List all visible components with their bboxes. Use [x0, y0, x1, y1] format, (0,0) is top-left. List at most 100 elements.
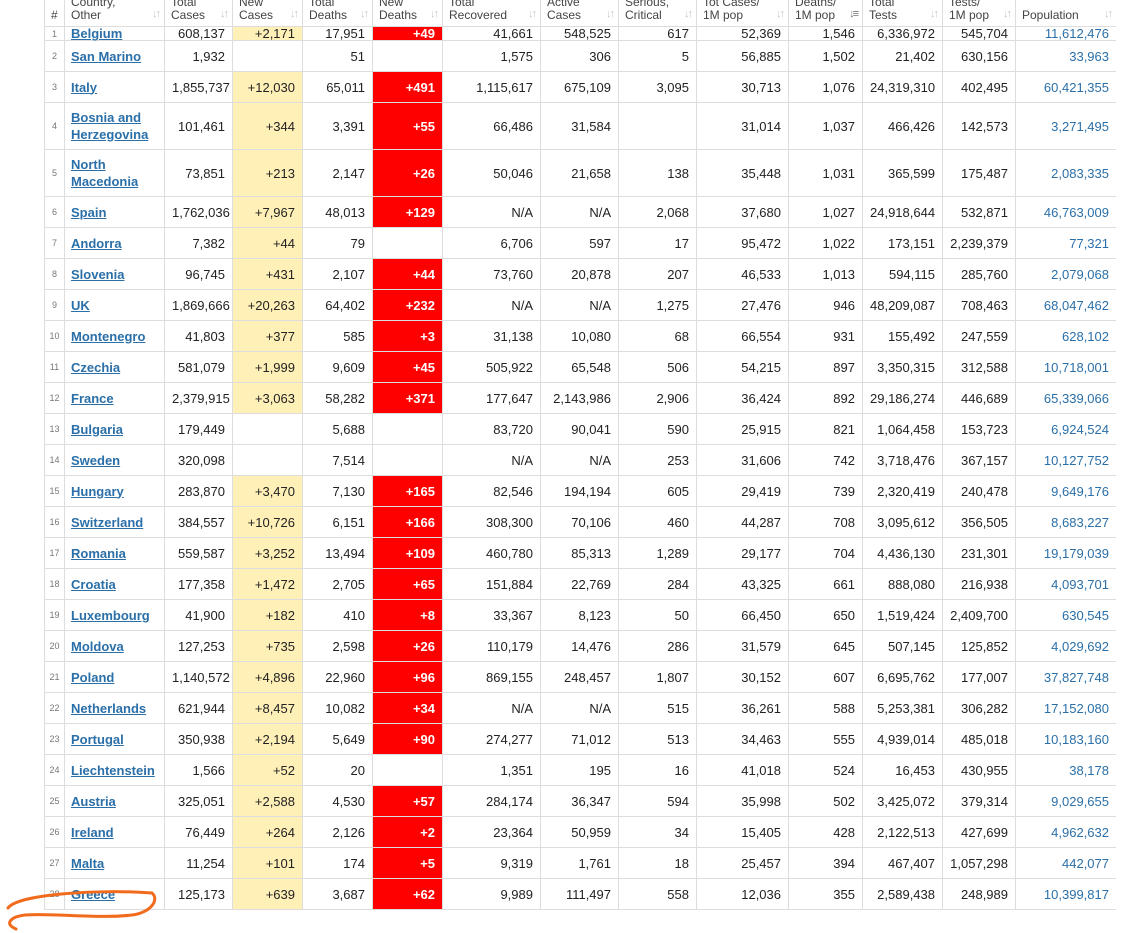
cases-per-1m-cell: 27,476	[696, 289, 789, 321]
sort-icon[interactable]: ↓↑	[152, 8, 161, 21]
population-link[interactable]: 38,178	[1069, 763, 1109, 778]
sort-icon[interactable]: ↓≡	[849, 8, 859, 21]
total-cases-cell: 1,566	[164, 754, 233, 786]
sort-icon[interactable]: ↓↑	[1003, 8, 1012, 21]
population-link[interactable]: 6,924,524	[1051, 422, 1109, 437]
sort-icon[interactable]: ↓↑	[930, 8, 939, 21]
country-link[interactable]: Romania	[71, 546, 126, 561]
population-link[interactable]: 630,545	[1062, 608, 1109, 623]
deaths-per-1m-cell: 650	[788, 599, 863, 631]
country-link[interactable]: Ireland	[71, 825, 114, 840]
country-cell: Italy	[64, 71, 165, 103]
country-link[interactable]: Malta	[71, 856, 104, 871]
population-link[interactable]: 10,183,160	[1044, 732, 1109, 747]
sort-icon[interactable]: ↓↑	[360, 8, 369, 21]
country-link[interactable]: Poland	[71, 670, 114, 685]
sort-icon[interactable]: ↓↑	[606, 8, 615, 21]
sort-icon[interactable]: ↓↑	[776, 8, 785, 21]
country-link[interactable]: Slovenia	[71, 267, 124, 282]
population-link[interactable]: 10,127,752	[1044, 453, 1109, 468]
total-tests-cell: 3,350,315	[862, 351, 943, 383]
column-header-population[interactable]: Population ↓↑	[1015, 0, 1116, 26]
country-link[interactable]: Switzerland	[71, 515, 143, 530]
country-link[interactable]: Italy	[71, 80, 97, 95]
column-header-critical[interactable]: Serious, Critical ↓↑	[618, 0, 697, 26]
population-link[interactable]: 37,827,748	[1044, 670, 1109, 685]
column-header-deaths[interactable]: New Deaths ↓↑	[372, 0, 443, 26]
population-link[interactable]: 10,718,001	[1044, 360, 1109, 375]
country-link[interactable]: Croatia	[71, 577, 116, 592]
country-link[interactable]: North Macedonia	[71, 157, 138, 189]
country-link[interactable]: Liechtenstein	[71, 763, 155, 778]
sort-icon[interactable]: ↓↑	[220, 8, 229, 21]
population-link[interactable]: 4,029,692	[1051, 639, 1109, 654]
population-link[interactable]: 9,649,176	[1051, 484, 1109, 499]
population-link[interactable]: 17,152,080	[1044, 701, 1109, 716]
population-cell: 4,029,692	[1015, 630, 1116, 662]
population-link[interactable]: 3,271,495	[1051, 119, 1109, 134]
total-deaths-cell: 4,530	[302, 785, 373, 817]
country-link[interactable]: UK	[71, 298, 90, 313]
population-link[interactable]: 60,421,355	[1044, 80, 1109, 95]
column-header-other[interactable]: Country, Other ↓↑	[64, 0, 165, 26]
population-link[interactable]: 4,962,632	[1051, 825, 1109, 840]
country-link[interactable]: Andorra	[71, 236, 122, 251]
new-cases-cell	[232, 40, 303, 72]
population-link[interactable]: 68,047,462	[1044, 298, 1109, 313]
population-link[interactable]: 77,321	[1069, 236, 1109, 251]
country-link[interactable]: Belgium	[71, 26, 122, 41]
column-header-1m-pop[interactable]: Tests/1M pop ↓↑	[942, 0, 1016, 26]
country-link[interactable]: Austria	[71, 794, 116, 809]
population-link[interactable]: 33,963	[1069, 49, 1109, 64]
column-header-1m-pop[interactable]: Tot Cases/1M pop ↓↑	[696, 0, 789, 26]
active-cases-cell: 90,041	[540, 413, 619, 445]
population-link[interactable]: 628,102	[1062, 329, 1109, 344]
population-link[interactable]: 2,083,335	[1051, 166, 1109, 181]
country-link[interactable]: Montenegro	[71, 329, 145, 344]
population-cell: 10,718,001	[1015, 351, 1116, 383]
population-link[interactable]: 10,399,817	[1044, 887, 1109, 902]
country-link[interactable]: Sweden	[71, 453, 120, 468]
cases-per-1m-cell: 29,419	[696, 475, 789, 507]
new-deaths-cell	[372, 754, 443, 786]
country-link[interactable]: Greece	[71, 887, 115, 902]
population-link[interactable]: 442,077	[1062, 856, 1109, 871]
column-header-cases[interactable]: Total Cases ↓↑	[164, 0, 233, 26]
sort-icon[interactable]: ↓↑	[290, 8, 299, 21]
new-cases-cell: +2,588	[232, 785, 303, 817]
sort-icon[interactable]: ↓↑	[528, 8, 537, 21]
sort-icon[interactable]: ↓↑	[684, 8, 693, 21]
column-header--[interactable]: #	[44, 0, 65, 26]
column-header-deaths[interactable]: Total Deaths ↓↑	[302, 0, 373, 26]
country-link[interactable]: France	[71, 391, 114, 406]
population-cell: 17,152,080	[1015, 692, 1116, 724]
country-link[interactable]: Bosnia and Herzegovina	[71, 110, 148, 142]
country-link[interactable]: Spain	[71, 205, 106, 220]
population-link[interactable]: 8,683,227	[1051, 515, 1109, 530]
country-link[interactable]: Moldova	[71, 639, 124, 654]
population-link[interactable]: 4,093,701	[1051, 577, 1109, 592]
population-link[interactable]: 11,612,476	[1045, 26, 1109, 41]
country-link[interactable]: Netherlands	[71, 701, 146, 716]
column-header-1m-pop[interactable]: Deaths/1M pop ↓≡	[788, 0, 863, 26]
new-cases-cell: +7,967	[232, 196, 303, 228]
population-link[interactable]: 46,763,009	[1044, 205, 1109, 220]
population-link[interactable]: 19,179,039	[1044, 546, 1109, 561]
country-link[interactable]: San Marino	[71, 49, 141, 64]
country-link[interactable]: Portugal	[71, 732, 124, 747]
sort-icon[interactable]: ↓↑	[430, 8, 439, 21]
serious-critical-cell: 605	[618, 475, 697, 507]
new-deaths-cell: +44	[372, 258, 443, 290]
column-header-recovered[interactable]: Total Recovered ↓↑	[442, 0, 541, 26]
column-header-cases[interactable]: New Cases ↓↑	[232, 0, 303, 26]
country-link[interactable]: Luxembourg	[71, 608, 150, 623]
column-header-cases[interactable]: Active Cases ↓↑	[540, 0, 619, 26]
country-link[interactable]: Hungary	[71, 484, 124, 499]
country-link[interactable]: Czechia	[71, 360, 120, 375]
population-link[interactable]: 65,339,066	[1044, 391, 1109, 406]
column-header-tests[interactable]: Total Tests ↓↑	[862, 0, 943, 26]
population-link[interactable]: 9,029,655	[1051, 794, 1109, 809]
country-link[interactable]: Bulgaria	[71, 422, 123, 437]
population-link[interactable]: 2,079,068	[1051, 267, 1109, 282]
sort-icon[interactable]: ↓↑	[1104, 8, 1113, 21]
